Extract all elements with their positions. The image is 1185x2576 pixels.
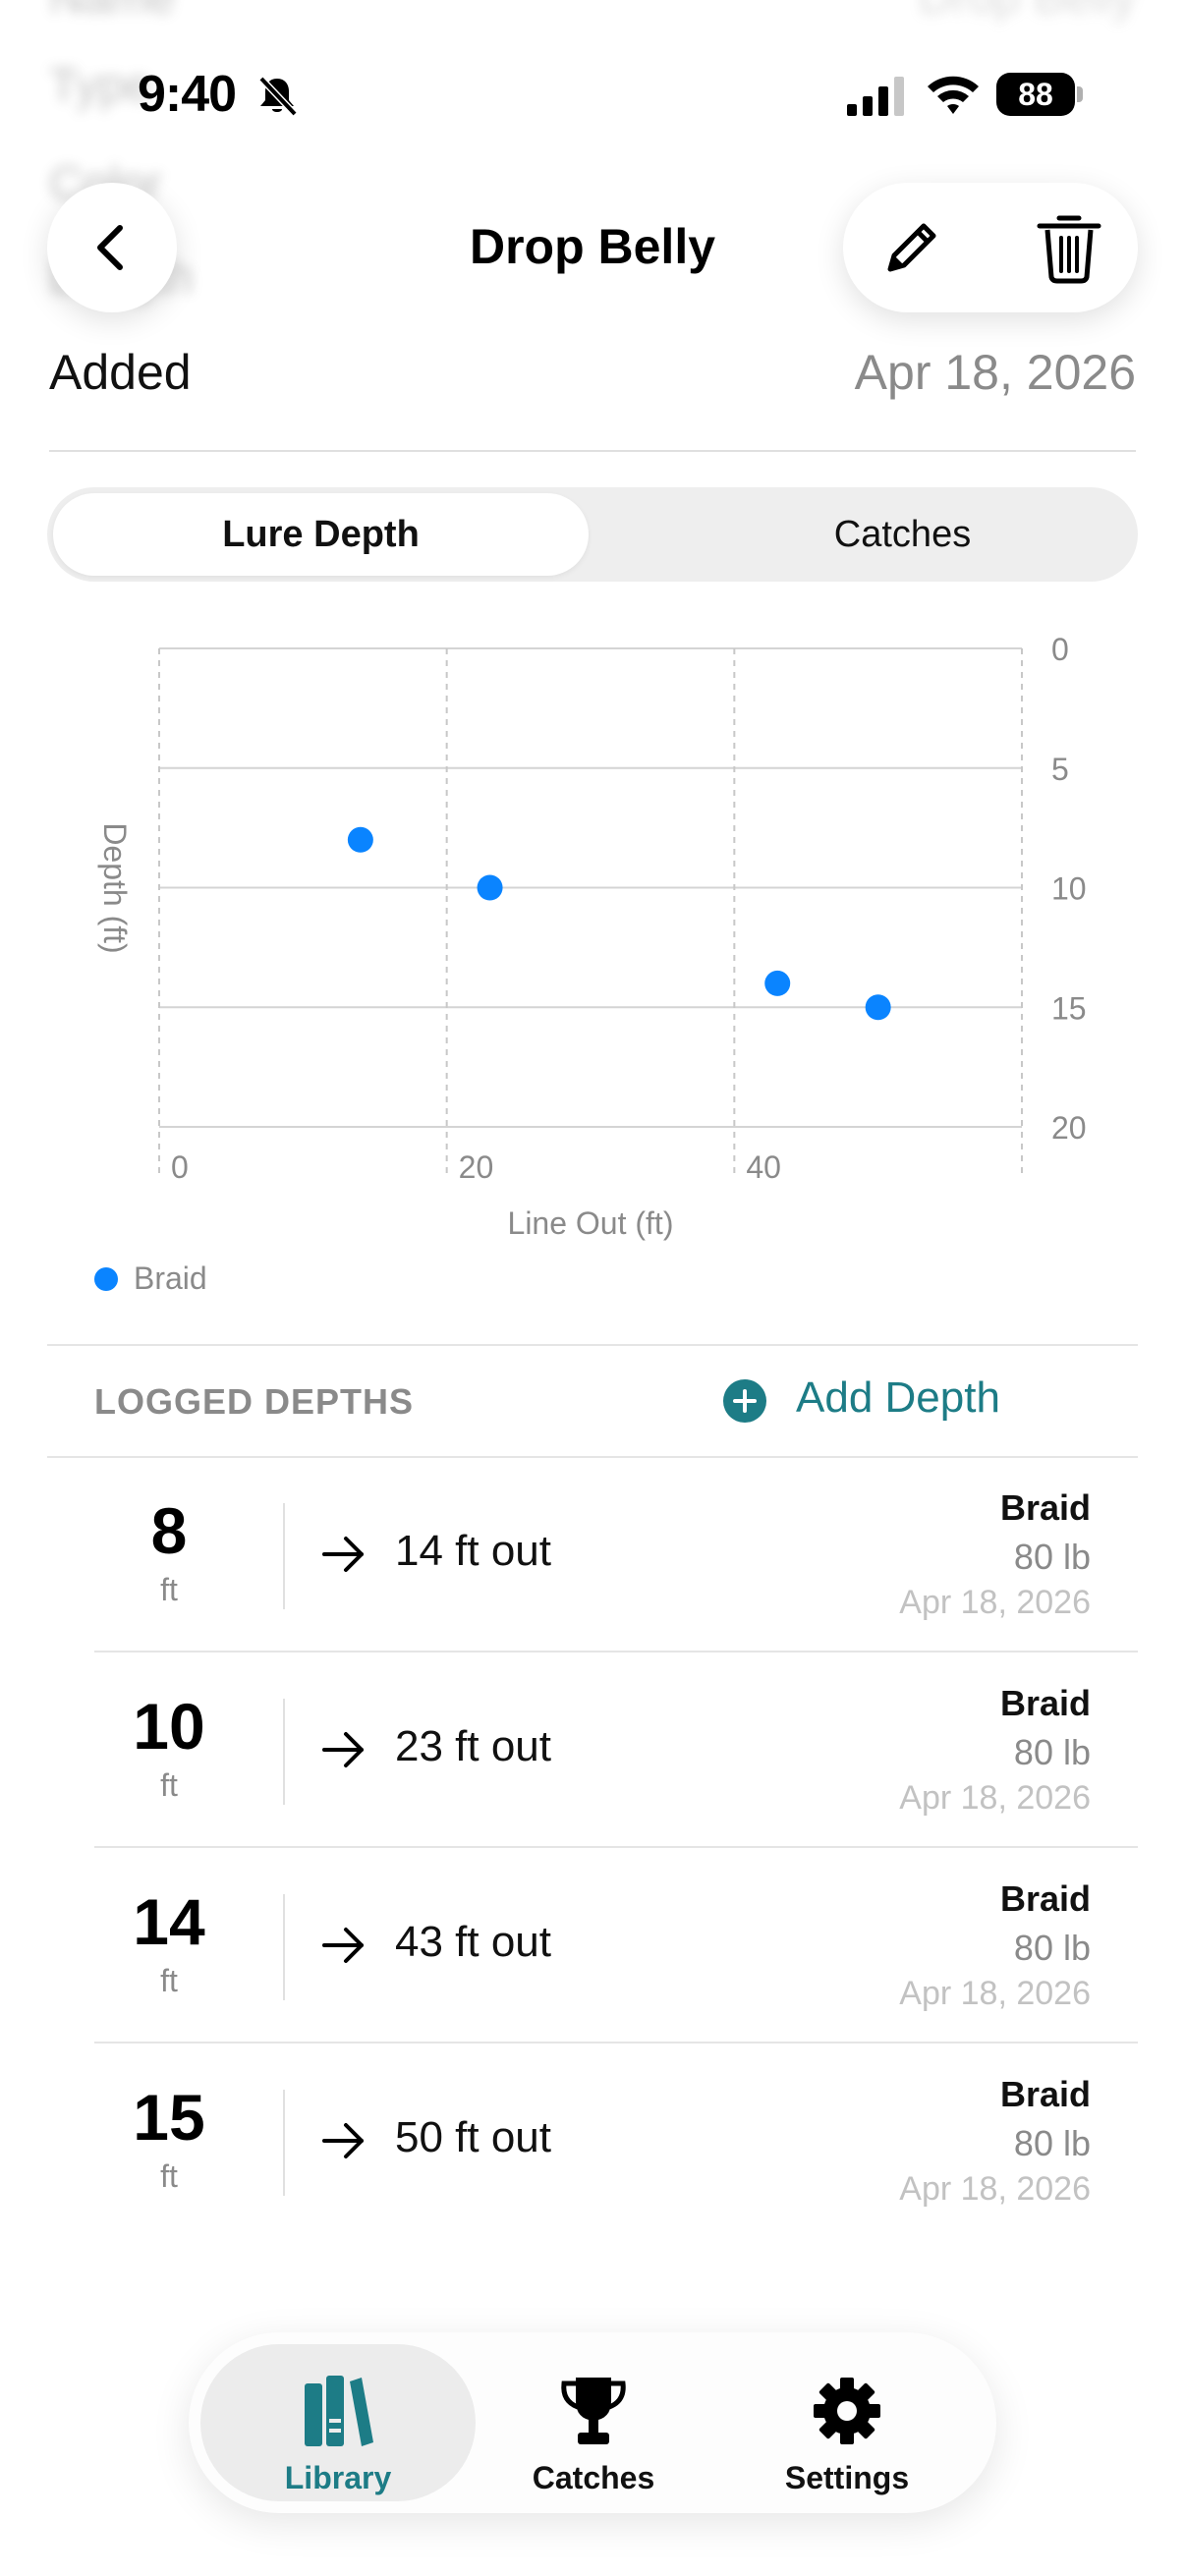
legend-label: Braid [134, 1260, 207, 1296]
line-out-value: 43 ft out [395, 1918, 552, 1966]
add-depth-button[interactable]: Add Depth [723, 1372, 1091, 1430]
line-weight: 80 lb [1013, 1732, 1091, 1772]
tab-settings[interactable]: Settings [709, 2344, 985, 2501]
depth-value: 15 [133, 2081, 205, 2154]
added-row: Added Apr 18, 2026 [49, 344, 1136, 452]
add-depth-label: Add Depth [796, 1373, 1000, 1422]
bell-slash-icon [258, 76, 298, 117]
line-type: Braid [999, 2074, 1091, 2114]
gear-icon [814, 2378, 880, 2444]
arrow-right-icon [322, 1732, 364, 1767]
x-tick-label: 0 [171, 1149, 189, 1185]
wifi-icon [928, 76, 979, 114]
logged-date: Apr 18, 2026 [899, 1584, 1091, 1621]
line-weight: 80 lb [1013, 2123, 1091, 2163]
arrow-right-icon [322, 1537, 364, 1572]
line-type: Braid [999, 1878, 1091, 1919]
x-axis-label: Line Out (ft) [508, 1205, 674, 1241]
battery-icon: 88 [996, 73, 1083, 116]
row-divider [283, 1894, 285, 2000]
trash-icon[interactable] [1034, 210, 1104, 285]
trophy-icon [561, 2378, 626, 2444]
y-tick-label: 5 [1051, 752, 1069, 787]
arrow-right-icon [322, 1928, 364, 1963]
line-type: Braid [999, 1487, 1091, 1528]
list-item[interactable]: 14 ft 43 ft out Braid 80 lb Apr 18, 2026 [94, 1849, 1138, 2044]
tab-label: Library [284, 2460, 392, 2495]
battery-level: 88 [996, 73, 1075, 116]
y-axis-label: Depth (ft) [97, 822, 133, 953]
logged-date: Apr 18, 2026 [899, 1779, 1091, 1817]
line-weight: 80 lb [1013, 1928, 1091, 1968]
arrow-right-icon [322, 2123, 364, 2158]
tab-label: Settings [784, 2460, 910, 2495]
divider [47, 1344, 1138, 1346]
back-button[interactable] [47, 183, 177, 312]
tab-bar: Library Catches Settings [189, 2332, 996, 2513]
data-point [764, 970, 791, 996]
depth-value: 14 [133, 1885, 205, 1958]
logged-date: Apr 18, 2026 [899, 1975, 1091, 2012]
segmented-control: Lure Depth Catches [47, 487, 1138, 582]
tab-catches-nav[interactable]: Catches [456, 2344, 731, 2501]
row-divider [283, 1503, 285, 1609]
tab-library[interactable]: Library [200, 2344, 476, 2501]
legend-marker [94, 1267, 118, 1291]
header-actions [843, 183, 1138, 312]
books-icon [305, 2376, 373, 2446]
depth-value: 8 [150, 1494, 188, 1567]
line-type: Braid [999, 1683, 1091, 1723]
line-out-value: 50 ft out [395, 2113, 552, 2161]
list-item[interactable]: 8 ft 14 ft out Braid 80 lb Apr 18, 2026 [94, 1458, 1138, 1652]
page-title: Drop Belly [469, 219, 716, 274]
logged-date: Apr 18, 2026 [899, 2170, 1091, 2208]
pencil-icon[interactable] [878, 214, 945, 281]
line-weight: 80 lb [1013, 1537, 1091, 1577]
x-tick-label: 40 [746, 1149, 781, 1185]
line-out-value: 23 ft out [395, 1722, 552, 1770]
x-tick-label: 20 [459, 1149, 494, 1185]
depth-unit: ft [160, 1572, 178, 1607]
cellular-signal-icon [847, 77, 904, 116]
added-label: Added [49, 345, 192, 400]
tab-catches[interactable]: Catches [635, 493, 1170, 576]
y-tick-label: 10 [1051, 871, 1087, 907]
tab-lure-depth[interactable]: Lure Depth [53, 493, 589, 576]
tab-label: Catches [532, 2460, 655, 2495]
lure-detail-screen: NameDrop Belly Type Color Length 9:40 88 [0, 0, 1185, 2576]
line-out-value: 14 ft out [395, 1527, 552, 1575]
row-divider [283, 1699, 285, 1805]
list-item[interactable]: 15 ft 50 ft out Braid 80 lb Apr 18, 2026 [94, 2044, 1138, 2239]
added-date: Apr 18, 2026 [854, 345, 1136, 400]
y-tick-label: 0 [1051, 632, 1069, 667]
y-tick-label: 20 [1051, 1110, 1087, 1146]
ghost-row: NameDrop Belly [49, 0, 1136, 29]
depth-unit: ft [160, 1767, 178, 1803]
data-point [347, 826, 373, 853]
row-divider [283, 2090, 285, 2196]
status-bar: 9:40 88 [0, 59, 1185, 128]
depth-unit: ft [160, 2158, 178, 2194]
section-title: LOGGED DEPTHS [94, 1381, 415, 1422]
data-point [477, 874, 503, 901]
data-point [865, 994, 891, 1021]
depth-value: 10 [133, 1690, 205, 1763]
lure-depth-chart: 0 5 10 15 20 0 20 40 Line Out (ft) Depth (ft) [97, 632, 1087, 1241]
list-item[interactable]: 10 ft 23 ft out Braid 80 lb Apr 18, 2026 [94, 1653, 1138, 1848]
plus-circle-icon [723, 1379, 766, 1423]
chevron-left-icon [97, 225, 123, 270]
depth-unit: ft [160, 1963, 178, 1998]
y-tick-label: 15 [1051, 990, 1087, 1026]
status-time: 9:40 [138, 66, 237, 123]
